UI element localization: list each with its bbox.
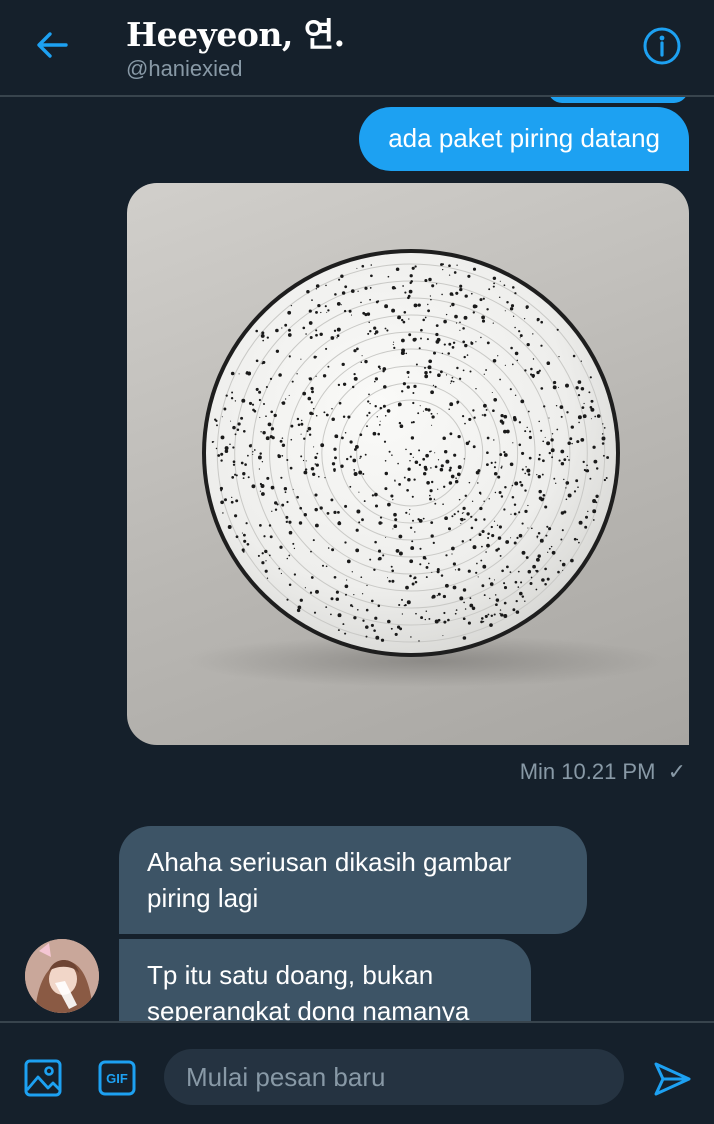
send-icon	[654, 1062, 691, 1096]
gif-label: GIF	[106, 1071, 128, 1086]
avatar-image	[25, 939, 99, 1013]
gif-icon: GIF	[98, 1060, 136, 1096]
add-gif-button[interactable]: GIF	[98, 1060, 136, 1096]
conversation-header: Heeyeon, 연. @haniexied	[0, 0, 714, 97]
sent-message-bubble[interactable]: ada paket piring datang	[359, 107, 689, 171]
add-media-button[interactable]	[24, 1059, 62, 1097]
previous-message-bubble	[548, 97, 688, 103]
info-icon	[643, 27, 681, 65]
message-timestamp: Min 10.21 PM ✓	[520, 759, 686, 785]
message-thread[interactable]: ada paket piring datang Min 10.21 PM ✓ A…	[0, 97, 714, 1021]
plate-photo	[187, 249, 667, 687]
sender-avatar[interactable]	[25, 939, 99, 1013]
received-message-bubble[interactable]: Ahaha seriusan dikasih gambar piring lag…	[119, 826, 587, 934]
back-button[interactable]	[30, 25, 74, 65]
image-icon	[24, 1059, 62, 1097]
conversation-handle: @haniexied	[126, 56, 243, 81]
message-composer: GIF	[0, 1021, 714, 1124]
received-message-bubble[interactable]: Tp itu satu doang, bukan seperangkat don…	[119, 939, 531, 1021]
conversation-title: Heeyeon, 연.	[126, 15, 345, 54]
send-button[interactable]	[652, 1059, 692, 1099]
timestamp-text: Min 10.21 PM	[519, 759, 656, 784]
info-button[interactable]	[642, 26, 682, 66]
message-input[interactable]	[164, 1049, 624, 1105]
arrow-left-icon	[37, 32, 68, 58]
sent-photo-attachment[interactable]	[127, 183, 689, 745]
checkmark-icon: ✓	[667, 759, 686, 784]
